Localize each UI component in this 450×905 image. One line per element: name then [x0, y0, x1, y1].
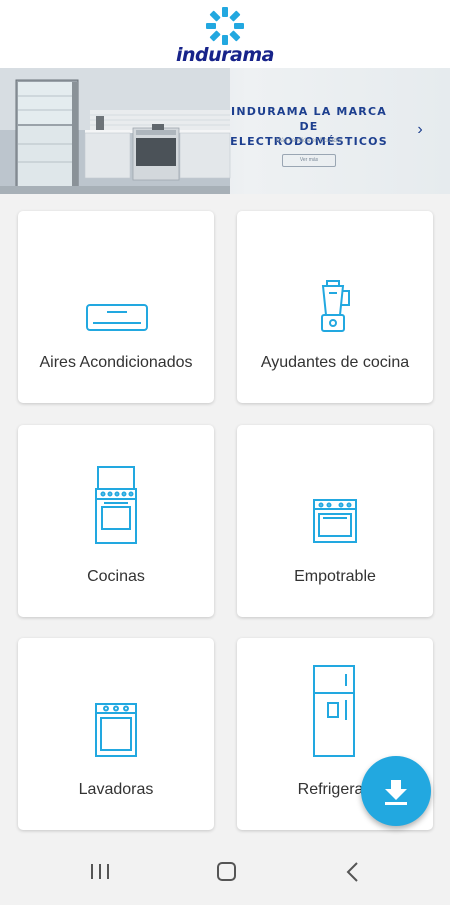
banner-next-arrow-icon[interactable]: ›	[413, 120, 427, 140]
washer-icon	[95, 703, 137, 757]
stove-icon	[95, 466, 137, 544]
category-label: Cocinas	[87, 568, 145, 585]
banner-subtitle: Más vendida en Ecuador	[275, 138, 343, 144]
brand-logo-text: indurama	[176, 44, 274, 66]
download-button[interactable]	[361, 756, 431, 826]
category-label: Empotrable	[294, 568, 376, 585]
system-nav-bar	[0, 842, 450, 900]
recent-apps-button[interactable]	[70, 842, 130, 900]
category-card-empotrable[interactable]: Empotrable	[237, 425, 433, 617]
app-header: indurama	[0, 0, 450, 68]
back-button[interactable]	[322, 842, 382, 900]
category-card-lavadoras[interactable]: Lavadoras	[18, 638, 214, 830]
category-label: Aires Acondicionados	[39, 354, 193, 371]
promo-banner[interactable]: INDURAMA LA MARCA DE ELECTRODOMÉSTICOS M…	[0, 68, 450, 194]
category-card-ayudantes[interactable]: Ayudantes de cocina	[237, 211, 433, 403]
category-card-aires[interactable]: Aires Acondicionados	[18, 211, 214, 403]
home-icon	[217, 862, 236, 881]
banner-more-button[interactable]: Ver más	[282, 154, 336, 167]
star-logo-icon	[206, 7, 244, 45]
air-conditioner-icon	[86, 304, 148, 331]
download-icon	[385, 780, 407, 805]
category-label: Ayudantes de cocina	[260, 354, 410, 371]
back-icon	[346, 862, 358, 882]
banner-title-line1: INDURAMA LA MARCA	[231, 105, 387, 118]
category-card-cocinas[interactable]: Cocinas	[18, 425, 214, 617]
home-button[interactable]	[196, 842, 256, 900]
category-label: Lavadoras	[78, 781, 154, 798]
blender-icon	[321, 280, 350, 332]
built-in-oven-icon	[313, 499, 357, 543]
recent-apps-icon	[91, 864, 109, 879]
